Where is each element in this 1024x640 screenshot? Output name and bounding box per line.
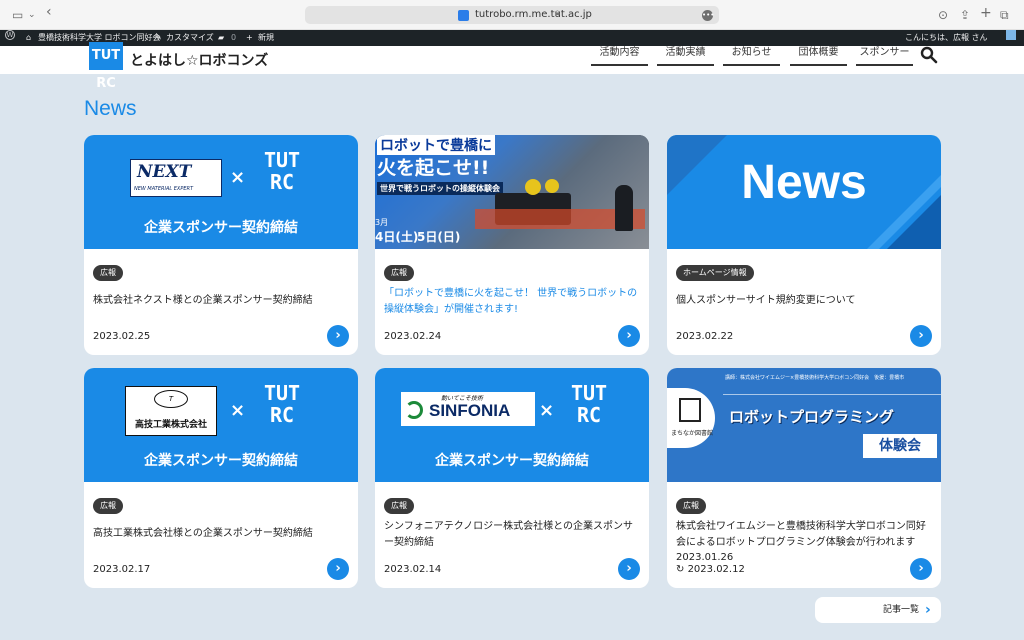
- chevron-right-icon[interactable]: ›: [910, 558, 932, 580]
- site-favicon-icon: [458, 10, 469, 21]
- chevron-right-icon: ›: [925, 602, 931, 618]
- card-thumbnail: NEXT NEW MATERIAL EXPERT × TUT RC 企業スポンサ…: [84, 135, 358, 249]
- category-badge[interactable]: 広報: [676, 498, 706, 514]
- thumb-caption: 企業スポンサー契約締結: [144, 220, 298, 236]
- card-thumbnail: News: [667, 135, 941, 249]
- browser-toolbar: ▭ ⌄ ‹ tutrobo.rm.me.tut.ac.jp 🔒︎ ••• ⊙ ⇪…: [0, 0, 1024, 30]
- card-title[interactable]: 「ロボットで豊橋に火を起こせ！ 世界で戦うロボットの操縦体験会」が開催されます!: [384, 286, 640, 318]
- card-title[interactable]: 株式会社ワイエムジーと豊橋技術科学大学ロボコン同好会によるロボットプログラミング…: [676, 519, 932, 551]
- card-title[interactable]: 個人スポンサーサイト規約変更について: [676, 293, 932, 309]
- thumb-news-text: News: [741, 156, 867, 209]
- category-badge[interactable]: 広報: [384, 498, 414, 514]
- admin-comments-count[interactable]: 0: [231, 30, 236, 46]
- admin-new[interactable]: 新規: [258, 30, 274, 46]
- card-thumbnail: ロボットで豊橋に 火を起こせ!! 世界で戦うロボットの操縦体験会 3月 4日(土…: [375, 135, 649, 249]
- card-date: 2023.02.24: [384, 331, 442, 342]
- all-articles-button[interactable]: 記事一覧 ›: [815, 597, 941, 623]
- refresh-icon: ↻: [676, 564, 688, 575]
- comment-icon[interactable]: ▰: [218, 30, 224, 46]
- wordpress-icon[interactable]: W: [5, 30, 15, 40]
- site-title[interactable]: とよはし☆ロボコンズ: [130, 50, 268, 70]
- chevron-right-icon[interactable]: ›: [327, 558, 349, 580]
- sponsor-logo: NEXT NEW MATERIAL EXPERT: [130, 159, 222, 197]
- news-card[interactable]: T 高技工業株式会社 × TUT RC 企業スポンサー契約締結 広報 高技工業株…: [84, 368, 358, 588]
- card-title[interactable]: 高技工業株式会社様との企業スポンサー契約締結: [93, 526, 349, 542]
- news-card[interactable]: News ホームページ情報 個人スポンサーサイト規約変更について 2023.02…: [667, 135, 941, 355]
- site-header: TUT RC とよはし☆ロボコンズ 活動内容 活動実績 お知らせ 団体概要 スポ…: [0, 42, 1024, 91]
- news-card[interactable]: 動いてこそ技術 SINFONIA × TUT RC 企業スポンサー契約締結 広報…: [375, 368, 649, 588]
- thumb-caption: 企業スポンサー契約締結: [144, 453, 298, 469]
- nav-sponsor[interactable]: スポンサー: [856, 46, 913, 66]
- tut-rc-logo: TUT RC: [570, 381, 608, 427]
- thumb-caption: 企業スポンサー契約締結: [435, 453, 589, 469]
- card-updated-date: ↻ 2023.02.12: [676, 564, 745, 575]
- card-date: 2023.01.26: [676, 552, 734, 563]
- download-icon[interactable]: ⊙: [938, 7, 948, 23]
- new-tab-icon[interactable]: +: [980, 5, 992, 21]
- chevron-down-icon[interactable]: ⌄: [28, 7, 36, 23]
- all-articles-label: 記事一覧: [883, 605, 920, 615]
- brush-icon: ✎: [155, 33, 162, 42]
- nav-achievements[interactable]: 活動実績: [657, 46, 714, 66]
- site-logo[interactable]: TUT RC: [89, 42, 123, 91]
- address-bar[interactable]: tutrobo.rm.me.tut.ac.jp 🔒︎ •••: [305, 6, 719, 24]
- card-thumbnail: 動いてこそ技術 SINFONIA × TUT RC 企業スポンサー契約締結: [375, 368, 649, 482]
- chevron-right-icon[interactable]: ›: [327, 325, 349, 347]
- url-text: tutrobo.rm.me.tut.ac.jp: [475, 9, 592, 20]
- nav-about[interactable]: 団体概要: [790, 46, 847, 66]
- card-thumbnail: 講師：株式会社ワイエムジー×豊橋技術科学大学ロボコン同好会 後援：豊橋市 まちな…: [667, 368, 941, 482]
- page-menu-icon[interactable]: •••: [702, 10, 714, 21]
- admin-home-icon[interactable]: ⌂: [26, 30, 31, 46]
- tut-rc-logo: TUT RC: [263, 381, 301, 427]
- tut-rc-logo: TUT RC: [263, 148, 301, 194]
- plus-icon: +: [246, 33, 253, 42]
- search-icon[interactable]: [920, 46, 938, 64]
- news-heading: News: [84, 97, 137, 120]
- card-title[interactable]: 株式会社ネクスト様との企業スポンサー契約締結: [93, 293, 349, 309]
- card-date: 2023.02.17: [93, 564, 151, 575]
- share-icon[interactable]: ⇪: [960, 7, 970, 23]
- avatar[interactable]: [1006, 30, 1016, 40]
- category-badge[interactable]: ホームページ情報: [676, 265, 754, 281]
- category-badge[interactable]: 広報: [93, 498, 123, 514]
- wp-admin-bar: W ⌂ 豊橋技術科学大学 ロボコン同好会 ✎ カスタマイズ ▰ 0 + 新規 こ…: [0, 30, 1024, 46]
- category-badge[interactable]: 広報: [384, 265, 414, 281]
- card-title[interactable]: シンフォニアテクノロジー株式会社様との企業スポンサー契約締結: [384, 519, 640, 551]
- card-thumbnail: T 高技工業株式会社 × TUT RC 企業スポンサー契約締結: [84, 368, 358, 482]
- card-date: 2023.02.25: [93, 331, 151, 342]
- sidebar-toggle-icon[interactable]: ▭: [12, 7, 23, 23]
- card-date: 2023.02.22: [676, 331, 734, 342]
- news-card[interactable]: 講師：株式会社ワイエムジー×豊橋技術科学大学ロボコン同好会 後援：豊橋市 まちな…: [667, 368, 941, 588]
- card-date: 2023.02.14: [384, 564, 442, 575]
- nav-activities[interactable]: 活動内容: [591, 46, 648, 66]
- tabs-overview-icon[interactable]: ⧉: [1000, 7, 1009, 23]
- back-icon[interactable]: ‹: [46, 4, 52, 20]
- sponsor-logo: 動いてこそ技術 SINFONIA: [401, 392, 535, 426]
- admin-greeting[interactable]: こんにちは、広報 さん: [905, 30, 988, 46]
- sponsor-logo: T 高技工業株式会社: [125, 386, 217, 436]
- chevron-right-icon[interactable]: ›: [618, 325, 640, 347]
- news-card[interactable]: NEXT NEW MATERIAL EXPERT × TUT RC 企業スポンサ…: [84, 135, 358, 355]
- category-badge[interactable]: 広報: [93, 265, 123, 281]
- chevron-right-icon[interactable]: ›: [618, 558, 640, 580]
- nav-announcements[interactable]: お知らせ: [723, 46, 780, 66]
- admin-customize[interactable]: カスタマイズ: [166, 30, 214, 46]
- lock-icon: 🔒︎: [555, 8, 560, 18]
- news-card[interactable]: ロボットで豊橋に 火を起こせ!! 世界で戦うロボットの操縦体験会 3月 4日(土…: [375, 135, 649, 355]
- chevron-right-icon[interactable]: ›: [910, 325, 932, 347]
